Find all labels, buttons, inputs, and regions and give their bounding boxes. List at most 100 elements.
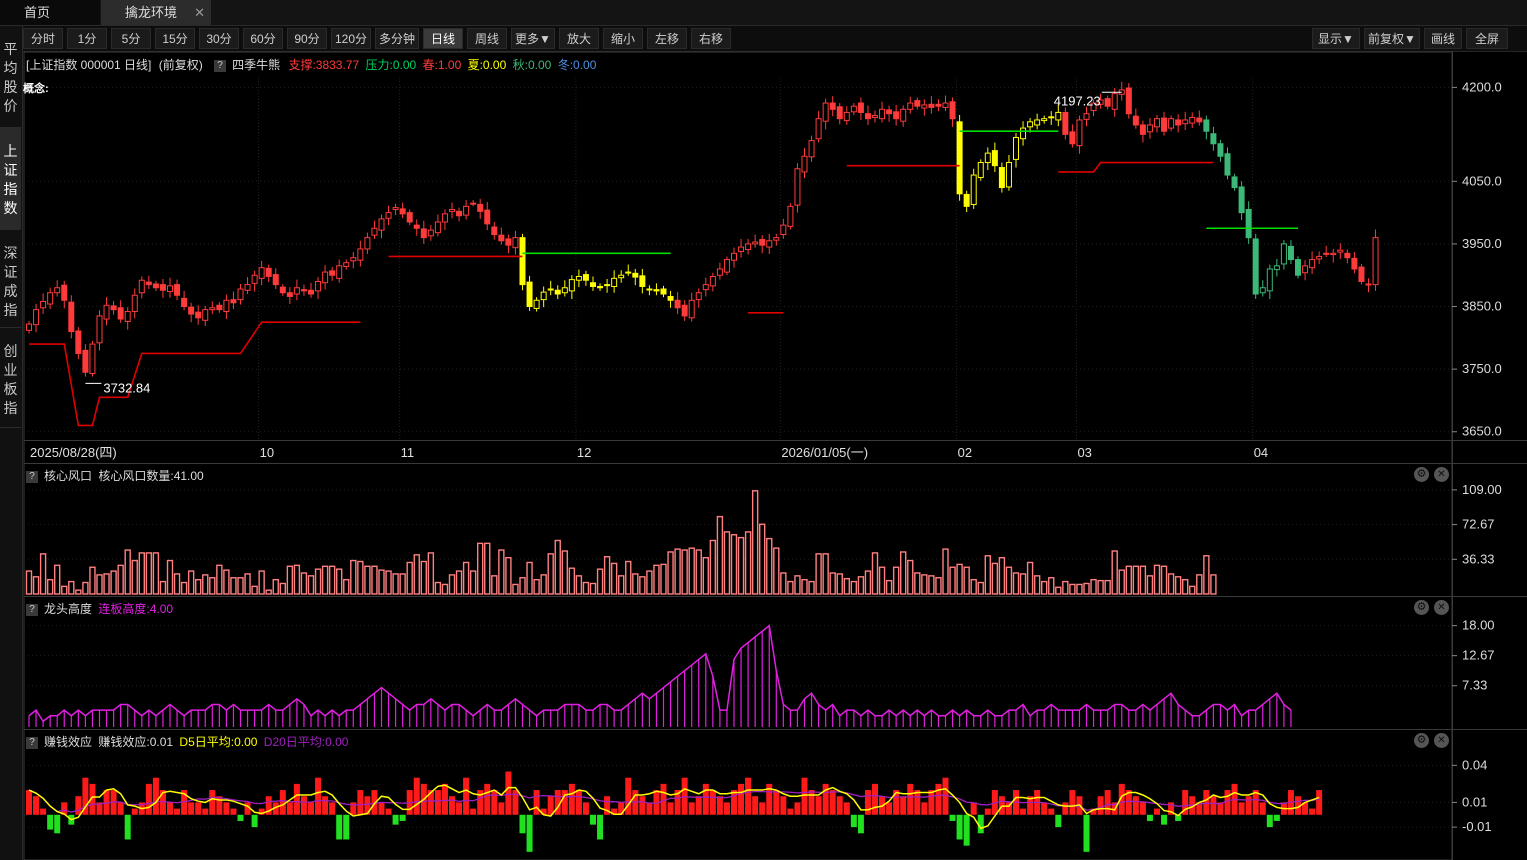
candle-body: [1111, 93, 1118, 110]
candle-body: [138, 279, 145, 294]
candle-body: [96, 315, 103, 344]
p1-bar: [124, 549, 131, 595]
help-icon[interactable]: ?: [26, 736, 38, 749]
p1-bar: [695, 549, 702, 595]
candle-body: [660, 288, 667, 295]
p3-bar: [484, 783, 491, 815]
p1-bar: [716, 515, 724, 595]
p1-bar: [1111, 550, 1118, 595]
p1-bar: [885, 579, 893, 595]
p1-bar: [286, 565, 294, 595]
p3-bar: [131, 808, 138, 815]
candle-body: [343, 262, 350, 267]
close-icon[interactable]: ✕: [1434, 467, 1449, 482]
support-line: [29, 161, 1214, 427]
gear-icon[interactable]: ⚙: [1414, 733, 1429, 748]
p3-bar: [1104, 790, 1111, 815]
p1-bar: [977, 581, 984, 595]
candle-body: [329, 270, 336, 276]
candle-body: [308, 289, 314, 295]
candle-body: [611, 277, 618, 287]
candle-body: [956, 121, 963, 195]
p1-bar: [1132, 565, 1140, 595]
p1-bar: [68, 580, 75, 595]
candle-body: [815, 118, 822, 140]
p3-bar: [378, 802, 385, 815]
p3-bar: [949, 814, 956, 821]
candle-body: [998, 167, 1005, 189]
candle-body: [371, 227, 378, 236]
p1-bar: [582, 581, 590, 595]
p1-bar: [639, 576, 646, 595]
p3-bar: [928, 790, 935, 815]
candle-body: [1280, 243, 1287, 265]
candle-body: [279, 286, 286, 294]
p1-bar: [928, 575, 935, 595]
p1-bar: [702, 556, 709, 595]
help-icon[interactable]: ?: [26, 603, 38, 616]
p3-bar: [794, 802, 801, 815]
p3-bar: [188, 802, 195, 815]
p1-bar: [892, 566, 900, 595]
summer-value: 夏:0.00: [467, 58, 507, 72]
p1-bar: [512, 583, 519, 595]
p3-bar: [1069, 790, 1076, 815]
candle-body: [886, 109, 893, 115]
p1-bar: [131, 559, 138, 595]
p1-bar: [1005, 566, 1013, 595]
gear-icon[interactable]: ⚙: [1414, 600, 1429, 615]
candle-body: [441, 213, 448, 223]
candle-body: [907, 102, 914, 110]
p1-bar: [850, 580, 858, 595]
candle-body: [1125, 87, 1132, 115]
candle-body: [1203, 119, 1210, 132]
gear-icon[interactable]: ⚙: [1414, 467, 1429, 482]
candle-body: [554, 289, 561, 295]
candle-body: [653, 289, 660, 292]
candle-body: [1139, 124, 1146, 135]
candle-body: [1005, 162, 1012, 188]
candle-body: [68, 301, 75, 333]
p1-bar: [152, 552, 160, 595]
p1-bar: [907, 559, 914, 595]
candle-body: [561, 287, 568, 294]
p1-bar: [646, 570, 653, 595]
p3-bar: [449, 796, 455, 815]
candle-body: [625, 271, 632, 274]
ytick-label-2: 3850.0: [1462, 299, 1502, 314]
p1-bar: [61, 585, 68, 595]
pressure-value: 压力:0.00: [365, 58, 417, 72]
ytick-label-0: 3650.0: [1462, 424, 1502, 439]
p1-bar: [293, 564, 301, 595]
p1-bar: [350, 559, 357, 595]
p3-bar: [1316, 790, 1323, 815]
p3-bar: [237, 814, 244, 821]
p3-bar: [279, 790, 286, 815]
candle-body: [484, 209, 491, 225]
candle-body: [110, 305, 117, 311]
candle-body: [1372, 237, 1379, 286]
candle-body: [759, 239, 766, 246]
candle-body: [336, 265, 343, 279]
close-icon[interactable]: ✕: [1434, 733, 1449, 748]
p3-bar: [787, 808, 794, 815]
ytick-label-3: 3950.0: [1462, 236, 1502, 251]
help-icon[interactable]: ?: [214, 59, 227, 72]
panel1-header: ? 核心风口 核心风口数量:41.00: [26, 467, 204, 484]
candle-body: [1238, 186, 1245, 214]
p1-bar: [251, 585, 258, 595]
p1-bar: [103, 573, 110, 595]
p1-bar: [822, 553, 829, 595]
p1-bar: [1040, 580, 1048, 595]
candle-body: [949, 101, 956, 120]
candle-body: [738, 246, 745, 252]
help-icon[interactable]: ?: [26, 470, 38, 483]
p3-bar: [1083, 814, 1090, 852]
p1-bar: [1167, 573, 1175, 595]
close-icon[interactable]: ✕: [1434, 600, 1449, 615]
p1-bar: [54, 564, 61, 595]
p1-bar: [1048, 577, 1055, 595]
candle-body: [984, 152, 991, 164]
candle-body: [491, 226, 498, 236]
candle-body: [223, 299, 230, 313]
